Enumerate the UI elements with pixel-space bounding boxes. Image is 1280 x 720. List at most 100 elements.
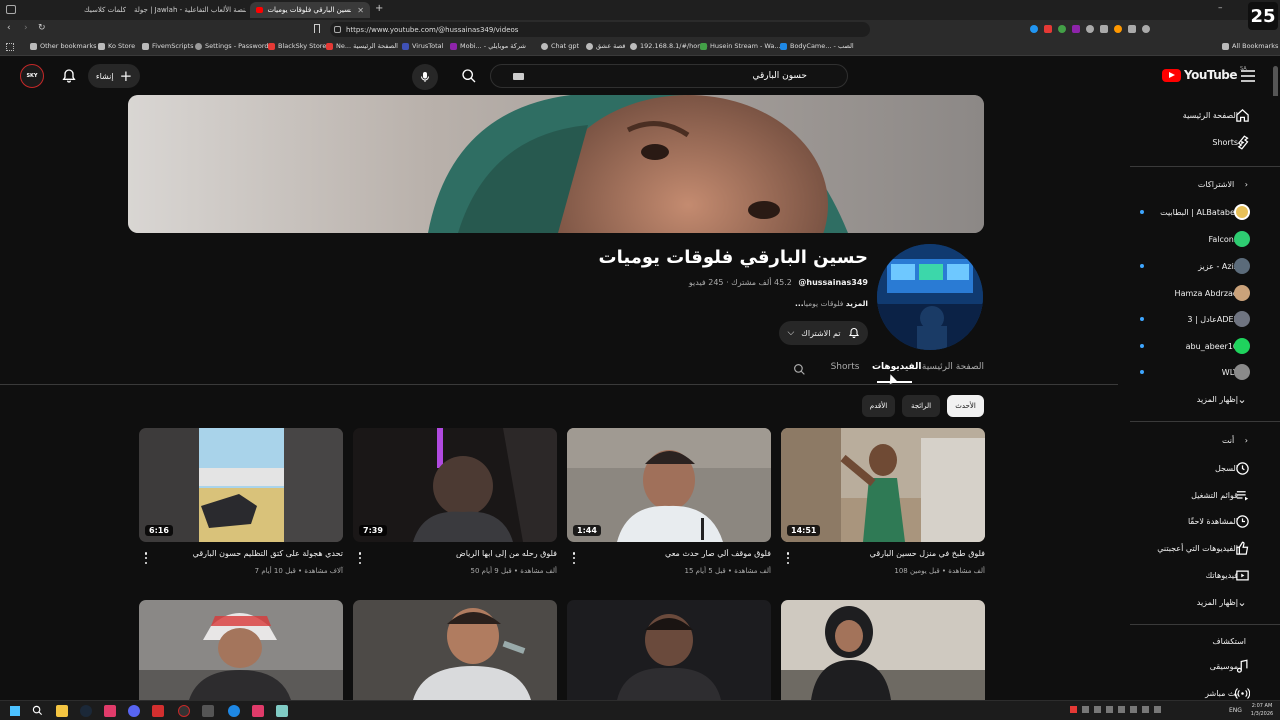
clock[interactable]: 2:07 AM 1/3/2026 — [1246, 702, 1278, 718]
tab-shorts[interactable]: Shorts — [826, 362, 864, 372]
search-input[interactable]: حسون البارقي — [490, 64, 848, 88]
tray-icon[interactable] — [1094, 706, 1101, 713]
keyboard-icon[interactable] — [513, 73, 524, 80]
app-icon[interactable] — [202, 705, 214, 717]
video-card[interactable]: 1:44 فلوق موقف ألي صار حدث معي 15 ألف مش… — [567, 428, 771, 588]
bookmark-item[interactable]: FivemScripts — [142, 42, 194, 50]
bookmark-item[interactable]: BodyCame... - الصب — [780, 42, 854, 50]
sidebar-subscription[interactable]: Hamza Abdrzaq — [1118, 280, 1268, 306]
tray-icon[interactable] — [1154, 706, 1161, 713]
more-actions-icon[interactable] — [357, 552, 363, 564]
sidebar-subscription[interactable]: عزيز - Aziz — [1118, 253, 1268, 279]
extension-icon[interactable] — [1142, 25, 1150, 33]
sidebar-subscription[interactable]: Falcons — [1118, 226, 1268, 252]
browser-tab-1[interactable]: كلمات كلاسيك — [78, 2, 126, 18]
extension-icon[interactable] — [1058, 25, 1066, 33]
youtube-logo[interactable]: YouTube SA — [1162, 66, 1247, 82]
bookmark-item[interactable]: 192.168.8.1/#/home — [630, 42, 708, 50]
tray-icon[interactable] — [1142, 706, 1149, 713]
video-thumbnail[interactable] — [139, 600, 343, 700]
bookmark-item[interactable]: Husein Stream - Wa... — [700, 42, 781, 50]
url-field[interactable]: https://www.youtube.com/@hussainas349/vi… — [330, 22, 870, 37]
bookmark-item[interactable]: VirusTotal — [402, 42, 443, 50]
tray-icon[interactable] — [1070, 706, 1077, 713]
video-thumbnail[interactable] — [567, 600, 771, 700]
chip-popular[interactable]: الرائجة — [902, 395, 940, 417]
language-indicator[interactable]: ENG — [1229, 707, 1242, 714]
extension-icon[interactable] — [1128, 25, 1136, 33]
reload-icon[interactable]: ↻ — [38, 23, 46, 33]
sidebar-item-playlists[interactable]: قوائم التشغيل — [1118, 482, 1268, 508]
sidebar-show-more[interactable]: إظهار المزيد ⌄ — [1118, 386, 1268, 412]
forward-icon[interactable]: › — [24, 23, 28, 33]
new-tab-icon[interactable]: + — [375, 3, 383, 14]
sidebar-item-watch-later[interactable]: المشاهدة لاحقًا — [1118, 508, 1268, 534]
sidebar-item-your-videos[interactable]: فيديوهاتك — [1118, 562, 1268, 588]
video-title[interactable]: فلوق رحله من إلى ابها الرياض — [367, 549, 557, 558]
video-thumbnail[interactable]: 14:51 — [781, 428, 985, 542]
bookmark-item[interactable]: Other bookmarks — [30, 42, 97, 50]
back-icon[interactable]: ‹ — [7, 23, 11, 33]
search-button[interactable] — [457, 64, 481, 88]
browser-tab-2[interactable]: جولة | Jawlah - منصة الألعاب التفاعلية — [128, 2, 246, 18]
extension-icon[interactable] — [1044, 25, 1052, 33]
you-header[interactable]: أنت › — [1118, 436, 1268, 445]
sidebar-subscription[interactable]: عادل | 3ADEL — [1118, 306, 1268, 332]
extension-icon[interactable] — [1072, 25, 1080, 33]
site-info-icon[interactable] — [334, 26, 341, 33]
windows-start-icon[interactable] — [10, 706, 20, 716]
all-bookmarks[interactable]: All Bookmarks — [1222, 42, 1278, 50]
sidebar-show-more[interactable]: إظهار المزيد ⌄ — [1118, 589, 1268, 615]
sidebar-subscription[interactable]: WLY — [1118, 359, 1268, 385]
bookmark-item[interactable]: قصة عشق — [586, 42, 625, 50]
subscriptions-header[interactable]: الاشتراكات › — [1118, 180, 1268, 189]
bookmark-icon[interactable] — [314, 24, 320, 33]
tray-icon[interactable] — [1118, 706, 1125, 713]
sidebar-item-music[interactable]: موسيقى — [1118, 653, 1268, 679]
tab-videos[interactable]: الفيديوهات — [872, 362, 922, 372]
video-thumbnail[interactable]: 1:44 — [567, 428, 771, 542]
sidebar-subscription[interactable]: abu_abeer16 — [1118, 333, 1268, 359]
extension-icon[interactable] — [1030, 25, 1038, 33]
app-icon[interactable] — [252, 705, 264, 717]
tab-home[interactable]: الصفحة الرئيسية — [920, 362, 984, 372]
voice-search-button[interactable] — [412, 64, 438, 90]
more-actions-icon[interactable] — [785, 552, 791, 564]
create-button[interactable]: إنشاء + — [88, 64, 140, 88]
tray-icon[interactable] — [1106, 706, 1113, 713]
app-icon[interactable] — [152, 705, 164, 717]
video-card[interactable]: 6:16 تحدي هجولة على كتق التظليم حسون الب… — [139, 428, 343, 588]
tray-icon[interactable] — [1082, 706, 1089, 713]
more-actions-icon[interactable] — [143, 552, 149, 564]
sidebar-subscription[interactable]: البطابيت | ALBatabet — [1118, 199, 1268, 225]
close-tab-icon[interactable]: ✕ — [357, 6, 364, 15]
video-thumbnail[interactable] — [353, 600, 557, 700]
sidebar-item-liked[interactable]: الفيديوهات التي أعجبتني — [1118, 535, 1268, 561]
tab-search-icon[interactable] — [6, 5, 16, 14]
video-thumbnail[interactable] — [781, 600, 985, 700]
video-card[interactable]: 7:39 فلوق رحله من إلى ابها الرياض 50 ألف… — [353, 428, 557, 588]
video-title[interactable]: فلوق طبخ في منزل حسين البارقي — [795, 549, 985, 558]
bookmark-item[interactable]: Chat gpt — [541, 42, 579, 50]
app-icon[interactable] — [228, 705, 240, 717]
notifications-button[interactable] — [57, 64, 81, 88]
apps-grid-icon[interactable] — [6, 43, 14, 51]
app-icon[interactable] — [104, 705, 116, 717]
bookmark-item[interactable]: Ko Store — [98, 42, 135, 50]
bookmark-item[interactable]: BlackSky Store — [268, 42, 326, 50]
search-icon[interactable] — [32, 705, 43, 716]
bookmark-item[interactable]: Mobi... - شركة موبايلي — [450, 42, 526, 50]
tray-icon[interactable] — [1130, 706, 1137, 713]
bookmark-item[interactable]: Settings - Passwords — [195, 42, 272, 50]
video-thumbnail[interactable]: 6:16 — [139, 428, 343, 542]
extension-icon[interactable] — [1086, 25, 1094, 33]
subscribed-button[interactable]: ⌵ تم الاشتراك — [779, 321, 868, 345]
minimize-window-icon[interactable]: – — [1218, 3, 1223, 13]
chip-latest[interactable]: الأحدث — [947, 395, 984, 417]
more-actions-icon[interactable] — [571, 552, 577, 564]
video-title[interactable]: تحدي هجولة على كتق التظليم حسون البارقي — [153, 549, 343, 558]
channel-description[interactable]: ...المزيد فلوقات يوميا — [560, 299, 868, 308]
app-icon[interactable] — [128, 705, 140, 717]
steam-icon[interactable] — [80, 705, 92, 717]
video-card[interactable]: 14:51 فلوق طبخ في منزل حسين البارقي 108 … — [781, 428, 985, 588]
